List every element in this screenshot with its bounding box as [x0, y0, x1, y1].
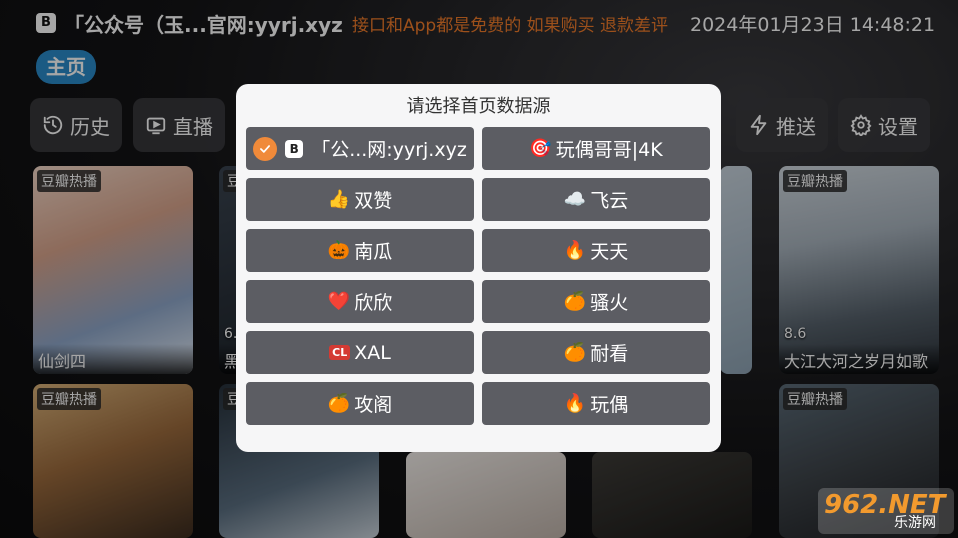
cl-badge-icon: CL — [329, 345, 351, 360]
source-option[interactable]: 🍊 攻阁 — [246, 382, 474, 425]
option-label: 骚火 — [590, 292, 629, 314]
source-option[interactable]: ☁️ 飞云 — [482, 178, 710, 221]
source-option-selected[interactable]: B 「公...网:yyrj.xyz — [246, 127, 474, 170]
fire-icon: 🔥 — [563, 240, 587, 261]
heart-icon: ❤️ — [327, 291, 351, 312]
option-label: 欣欣 — [354, 292, 393, 314]
option-label: 「公...网:yyrj.xyz — [311, 139, 467, 161]
option-label: 天天 — [590, 241, 629, 263]
check-circle-icon — [253, 136, 278, 161]
source-option[interactable]: 🎯 玩偶哥哥|4K — [482, 127, 710, 170]
target-icon: 🎯 — [529, 138, 552, 159]
option-label: XAL — [354, 341, 391, 364]
option-label: 耐看 — [590, 343, 629, 365]
source-select-dialog: 请选择首页数据源 B 「公...网:yyrj.xyz 🎯 玩偶哥哥|4K 👍 双… — [236, 84, 721, 452]
source-option[interactable]: 👍 双赞 — [246, 178, 474, 221]
option-label: 双赞 — [354, 190, 393, 212]
tangerine-icon: 🍊 — [327, 393, 351, 414]
cloud-icon: ☁️ — [563, 189, 587, 210]
source-option[interactable]: CL XAL — [246, 331, 474, 374]
option-label: 飞云 — [590, 190, 629, 212]
tangerine-icon: 🍊 — [563, 342, 587, 363]
option-label: 玩偶哥哥|4K — [555, 139, 663, 161]
dialog-title: 请选择首页数据源 — [406, 96, 551, 117]
pumpkin-icon: 🎃 — [327, 240, 351, 261]
site-watermark: 962.NET 乐游网 — [818, 488, 954, 534]
source-option[interactable]: ❤️ 欣欣 — [246, 280, 474, 323]
source-option[interactable]: 🍊 骚火 — [482, 280, 710, 323]
source-option[interactable]: 🔥 天天 — [482, 229, 710, 272]
source-option[interactable]: 🎃 南瓜 — [246, 229, 474, 272]
option-label: 玩偶 — [590, 394, 629, 416]
fire-icon: 🔥 — [563, 393, 587, 414]
option-label: 攻阁 — [354, 394, 393, 416]
source-logo-icon: B — [285, 139, 304, 158]
tangerine-icon: 🍊 — [563, 291, 587, 312]
source-option[interactable]: 🍊 耐看 — [482, 331, 710, 374]
source-option[interactable]: 🔥 玩偶 — [482, 382, 710, 425]
watermark-sub: 乐游网 — [894, 515, 936, 531]
thumbs-up-icon: 👍 — [327, 189, 351, 210]
option-label: 南瓜 — [354, 241, 393, 263]
